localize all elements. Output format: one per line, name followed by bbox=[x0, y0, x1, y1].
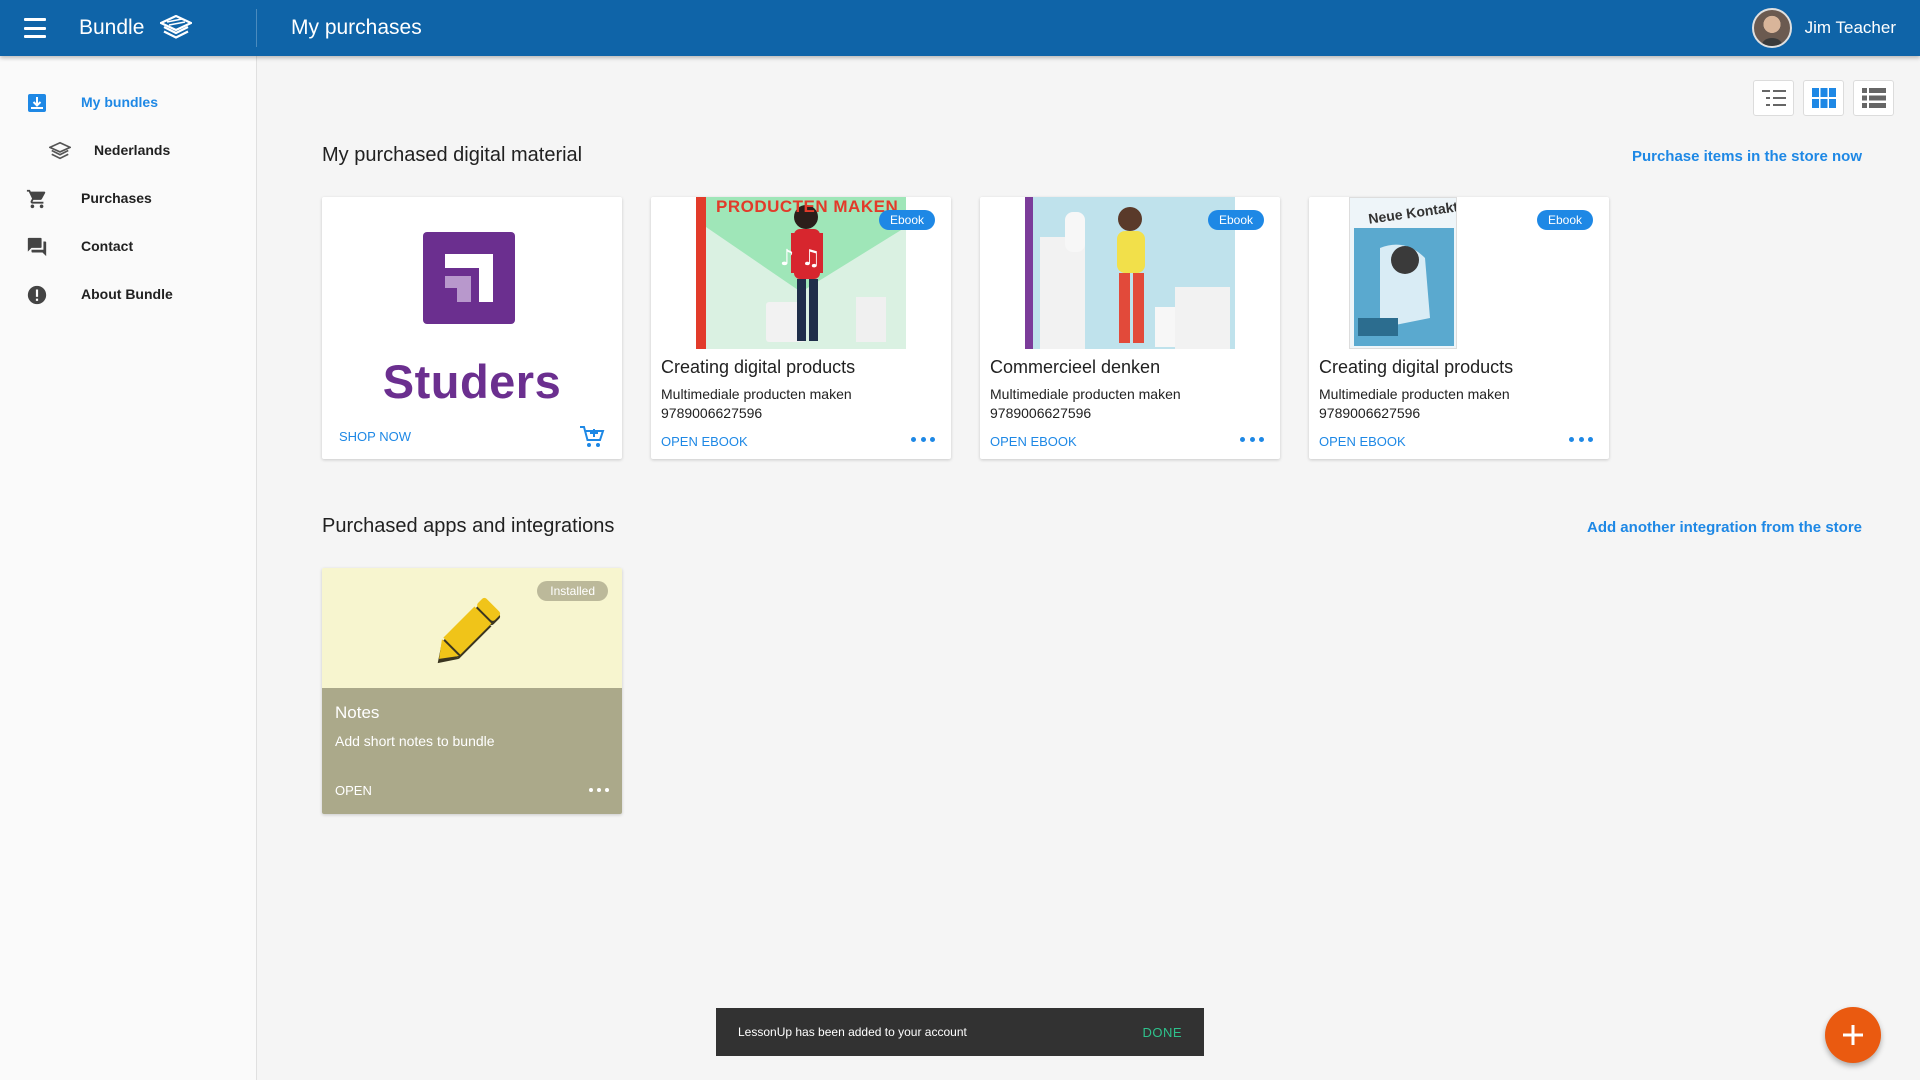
svg-text:♪ ♫: ♪ ♫ bbox=[780, 246, 821, 271]
product-cover-image: Ebook bbox=[980, 197, 1280, 349]
product-card[interactable]: Ebook Commercieel denken Multimediale pr… bbox=[980, 197, 1280, 459]
main-content: My purchased digital material Purchase i… bbox=[257, 56, 1920, 1080]
sidebar: My bundles Nederlands Purchases Contact … bbox=[0, 56, 257, 1080]
bundle-logo-icon bbox=[160, 15, 193, 41]
open-ebook-button[interactable]: OPEN EBOOK bbox=[990, 434, 1077, 449]
product-subtitle: Multimediale producten maken bbox=[990, 386, 1181, 402]
pencil-icon bbox=[424, 590, 508, 679]
product-subtitle: Multimediale producten maken bbox=[1319, 386, 1510, 402]
tree-list-view-button[interactable] bbox=[1753, 80, 1794, 116]
open-ebook-button[interactable]: OPEN EBOOK bbox=[1319, 434, 1406, 449]
sidebar-item-label: About Bundle bbox=[81, 286, 173, 302]
list-view-button[interactable] bbox=[1853, 80, 1894, 116]
chat-icon bbox=[26, 236, 48, 258]
studers-logo-icon bbox=[423, 232, 515, 329]
user-name: Jim Teacher bbox=[1804, 18, 1896, 37]
brand-name: Bundle bbox=[79, 16, 145, 39]
plus-icon bbox=[1843, 1025, 1863, 1045]
sidebar-item-about-bundle[interactable]: About Bundle bbox=[0, 270, 256, 318]
menu-icon[interactable] bbox=[24, 18, 46, 38]
sidebar-item-contact[interactable]: Contact bbox=[0, 222, 256, 270]
open-ebook-button[interactable]: OPEN EBOOK bbox=[661, 434, 748, 449]
product-card[interactable]: Neue Kontakte Ebook Creating digital pro… bbox=[1309, 197, 1609, 459]
info-icon bbox=[26, 284, 48, 306]
more-options-icon[interactable] bbox=[1569, 431, 1593, 447]
product-isbn: 9789006627596 bbox=[661, 405, 763, 421]
product-title: Creating digital products bbox=[661, 357, 856, 377]
sidebar-item-my-bundles[interactable]: My bundles bbox=[0, 78, 256, 126]
grid-icon bbox=[1811, 88, 1836, 108]
app-description: Add short notes to bundle bbox=[335, 733, 495, 749]
section-title-apps: Purchased apps and integrations bbox=[322, 515, 615, 537]
product-cover-image: Neue Kontakte Ebook bbox=[1309, 197, 1609, 349]
more-options-icon[interactable] bbox=[1240, 431, 1264, 447]
shop-now-link[interactable]: SHOP NOW bbox=[339, 429, 411, 444]
snackbar: LessonUp has been added to your account … bbox=[716, 1008, 1204, 1056]
ebook-badge: Ebook bbox=[878, 210, 935, 230]
notes-card-body: Notes Add short notes to bundle OPEN bbox=[322, 688, 622, 814]
add-integration-link[interactable]: Add another integration from the store bbox=[1307, 519, 1862, 536]
product-isbn: 9789006627596 bbox=[990, 405, 1092, 421]
page-title: My purchases bbox=[291, 16, 422, 39]
product-title: Creating digital products bbox=[1319, 357, 1514, 377]
product-isbn: 9789006627596 bbox=[1319, 405, 1421, 421]
avatar bbox=[1751, 8, 1792, 48]
sidebar-item-label: Purchases bbox=[81, 190, 152, 206]
add-fab-button[interactable] bbox=[1825, 1007, 1881, 1063]
sidebar-item-label: My bundles bbox=[81, 94, 159, 110]
sidebar-item-label: Nederlands bbox=[94, 142, 171, 158]
cart-icon bbox=[26, 188, 48, 210]
download-box-icon bbox=[26, 92, 48, 114]
open-app-button[interactable]: OPEN bbox=[335, 783, 372, 798]
section-title-digital-material: My purchased digital material bbox=[322, 144, 583, 166]
app-card-notes[interactable]: Installed Notes Add short notes to bundl… bbox=[322, 568, 622, 814]
product-cover-image: ♪ ♫ PRODUCTEN MAKEN Ebook bbox=[651, 197, 951, 349]
header-divider bbox=[256, 9, 257, 47]
list-icon bbox=[1861, 88, 1886, 108]
studers-brand: Studers bbox=[382, 355, 562, 408]
store-card-studers[interactable]: Studers SHOP NOW bbox=[322, 197, 622, 459]
ebook-badge: Ebook bbox=[1207, 210, 1264, 230]
snackbar-message: LessonUp has been added to your account bbox=[738, 1025, 967, 1039]
product-subtitle: Multimediale producten maken bbox=[661, 386, 852, 402]
installed-badge: Installed bbox=[537, 581, 608, 601]
app-title: Notes bbox=[335, 703, 380, 722]
top-app-bar: Bundle My purchases Jim Teacher bbox=[0, 0, 1920, 56]
tree-list-icon bbox=[1761, 90, 1786, 106]
layers-icon bbox=[49, 140, 71, 162]
sidebar-item-purchases[interactable]: Purchases bbox=[0, 174, 256, 222]
more-options-icon[interactable] bbox=[911, 431, 935, 447]
more-options-icon[interactable] bbox=[589, 785, 609, 795]
user-menu[interactable]: Jim Teacher bbox=[1751, 0, 1896, 56]
product-card[interactable]: ♪ ♫ PRODUCTEN MAKEN Ebook Creating digit… bbox=[651, 197, 951, 459]
notes-card-header: Installed bbox=[322, 568, 622, 688]
grid-view-button[interactable] bbox=[1803, 80, 1844, 116]
ebook-badge: Ebook bbox=[1536, 210, 1593, 230]
product-title: Commercieel denken bbox=[990, 357, 1161, 377]
snackbar-done-button[interactable]: DONE bbox=[1142, 1025, 1182, 1040]
purchase-in-store-link[interactable]: Purchase items in the store now bbox=[1307, 148, 1862, 165]
add-to-cart-icon[interactable] bbox=[579, 425, 605, 454]
sidebar-item-label: Contact bbox=[81, 238, 134, 254]
sidebar-item-nederlands[interactable]: Nederlands bbox=[0, 126, 256, 174]
brand[interactable]: Bundle bbox=[79, 0, 193, 56]
cover-title: PRODUCTEN MAKEN bbox=[716, 197, 899, 216]
